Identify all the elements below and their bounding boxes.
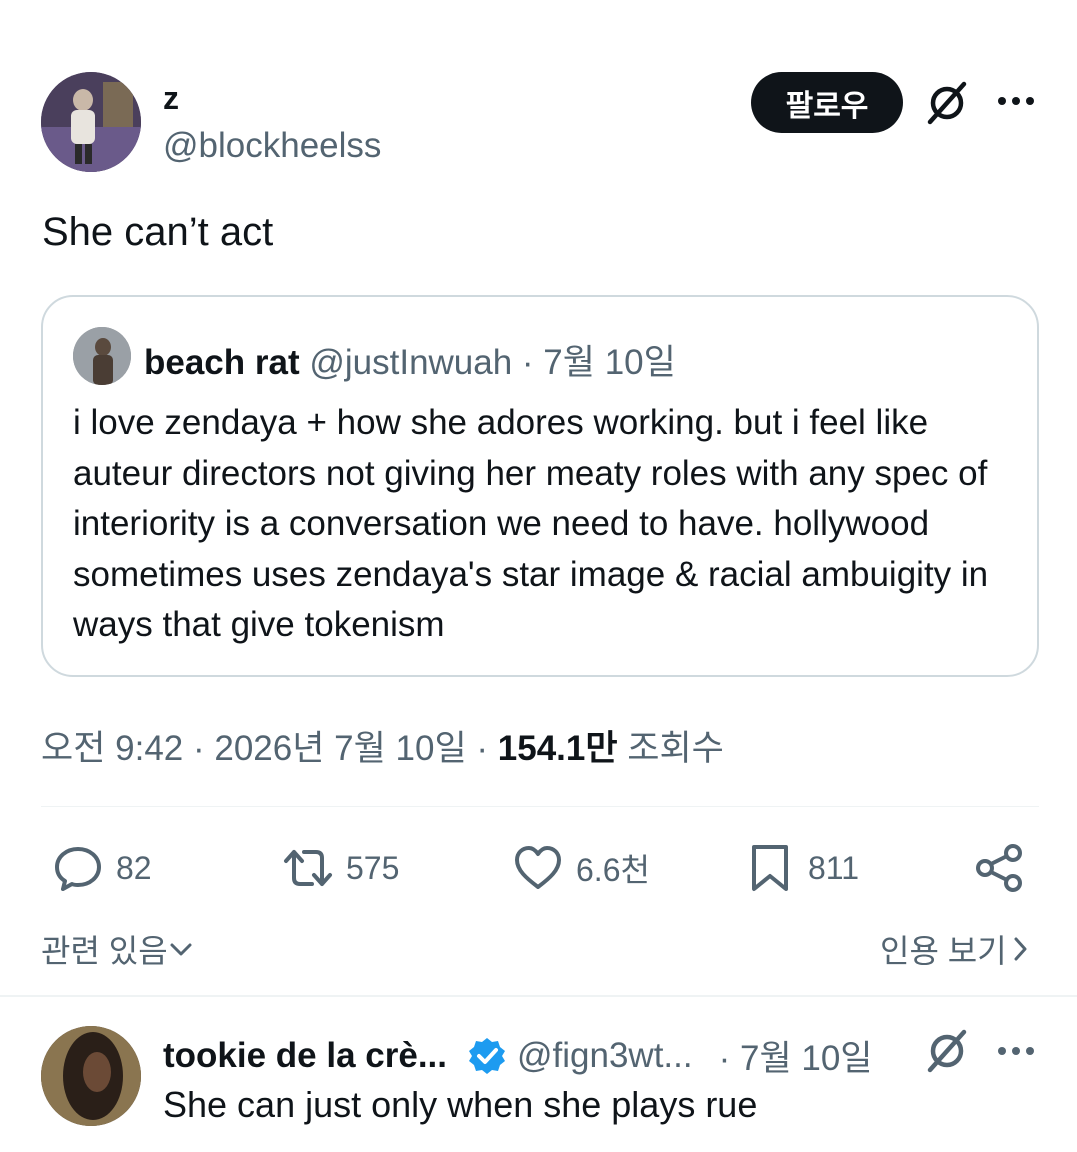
view-quotes-label: 인용 보기 [880,933,1007,969]
reply-date[interactable]: · 7월 10일 [719,1030,873,1081]
reply-author-handle[interactable]: @fign3wt... [517,1036,693,1076]
related-label: 관련 있음 [41,933,168,969]
divider [0,995,1077,997]
reply-header: tookie de la crè... @fign3wt... · 7월 10일 [163,1030,873,1081]
bookmark-button[interactable]: 811 [744,840,859,896]
view-quotes-link[interactable]: 인용 보기 [880,926,1033,972]
quoted-author-avatar[interactable] [73,327,131,385]
like-count: 6.6천 [576,852,650,888]
reply-author-avatar[interactable] [41,1026,141,1126]
bookmark-count: 811 [808,849,860,886]
reply-button[interactable]: 82 [52,840,152,896]
retweet-button[interactable]: 575 [282,840,399,896]
tweet-text: She can’t act [42,210,274,254]
author-handle[interactable]: @blockheelss [163,126,381,166]
reply-text: She can just only when she plays rue [163,1084,758,1125]
reply-count: 82 [116,849,152,886]
grok-icon[interactable] [922,1026,972,1076]
bookmark-icon [752,845,788,891]
grok-icon[interactable] [922,78,972,128]
quoted-author-name[interactable]: beach rat [144,343,300,382]
chevron-down-icon [170,943,192,956]
share-icon [976,844,1022,892]
views-label: 조회수 [617,729,724,768]
views-count: 154.1만 [497,729,618,768]
author-display-name[interactable]: z [163,80,179,117]
more-icon[interactable] [996,86,1036,116]
like-button[interactable]: 6.6천 [512,840,650,896]
tweet-meta: 오전 9:42 · 2026년 7월 10일 · 154.1만 조회수 [41,720,724,771]
follow-button[interactable]: 팔로우 [751,72,903,133]
share-button[interactable] [973,840,1025,896]
quoted-author-meta: @justInwuah · 7월 10일 [299,343,676,382]
divider [41,806,1039,807]
retweet-count: 575 [346,849,400,886]
tweet-timestamp[interactable]: 오전 9:42 · 2026년 7월 10일 · [41,729,498,768]
reply-author-name[interactable]: tookie de la crè... [163,1036,447,1076]
related-toggle[interactable]: 관련 있음 [41,926,194,972]
quoted-tweet-text: i love zendaya + how she adores working.… [73,403,989,644]
author-avatar[interactable] [41,72,141,172]
retweet-icon [284,850,332,886]
quoted-tweet-header: beach rat @justInwuah · 7월 10일 [144,334,676,385]
like-icon [515,846,561,889]
more-icon[interactable] [996,1036,1036,1066]
chevron-right-icon [1014,937,1027,961]
verified-badge-icon [469,1037,505,1074]
reply-icon [55,847,101,891]
